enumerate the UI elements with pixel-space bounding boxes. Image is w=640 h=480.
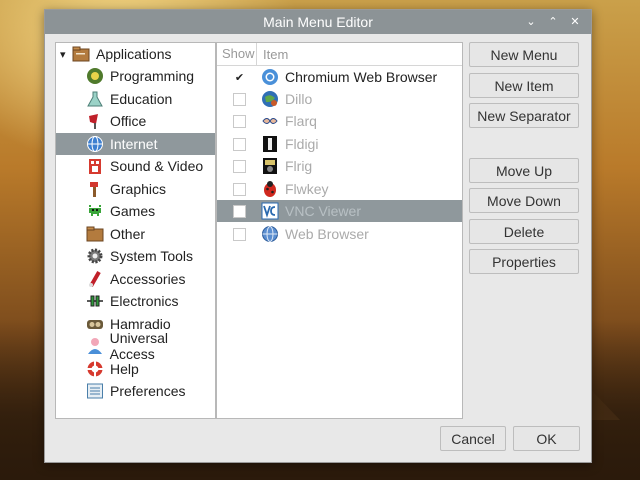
tree-item-education[interactable]: Education	[56, 88, 215, 110]
tree-item-applications[interactable]: ▾ Applications	[56, 43, 215, 65]
maximize-icon[interactable]: ⌃	[545, 13, 561, 29]
tree-item-other[interactable]: Other	[56, 223, 215, 245]
new-item-button[interactable]: New Item	[469, 73, 579, 98]
tree-item-label: Preferences	[110, 383, 186, 399]
tree-item-graphics[interactable]: Graphics	[56, 178, 215, 200]
list-item-flwkey[interactable]: Flwkey	[217, 178, 462, 200]
main-menu-editor-window: Main Menu Editor ⌄ ⌃ ✕ ▾ Applications Pr…	[44, 9, 592, 463]
show-checkbox[interactable]	[233, 227, 246, 241]
flarq-icon	[261, 112, 279, 130]
applications-folder-icon	[72, 45, 90, 63]
move-down-button[interactable]: Move Down	[469, 188, 579, 213]
preferences-icon	[86, 382, 104, 400]
flrig-icon	[261, 157, 279, 175]
accessories-icon	[86, 270, 104, 288]
tree-item-electronics[interactable]: Electronics	[56, 290, 215, 312]
tree-item-label: Electronics	[110, 293, 179, 309]
list-header: Show Item	[217, 43, 462, 66]
show-checkbox[interactable]	[233, 182, 246, 196]
show-checkbox[interactable]	[233, 137, 246, 151]
list-item-flarq[interactable]: Flarq	[217, 110, 462, 132]
games-icon	[86, 202, 104, 220]
item-label: Web Browser	[285, 226, 369, 242]
show-checkbox[interactable]: ✔	[233, 70, 246, 84]
sound-video-icon	[86, 157, 104, 175]
tree-item-label: Education	[110, 91, 173, 107]
chromium-icon	[261, 68, 279, 86]
tree-item-sound-video[interactable]: Sound & Video	[56, 155, 215, 177]
column-header-show[interactable]: Show	[217, 43, 257, 65]
ok-button[interactable]: OK	[513, 426, 580, 451]
tree-item-label: Graphics	[110, 181, 167, 197]
delete-button[interactable]: Delete	[469, 219, 579, 244]
tree-item-office[interactable]: Office	[56, 110, 215, 132]
cancel-button[interactable]: Cancel	[440, 426, 506, 451]
universal-access-icon	[86, 337, 104, 355]
new-menu-button[interactable]: New Menu	[469, 42, 579, 67]
tree-item-label: Applications	[96, 46, 172, 62]
window-title: Main Menu Editor	[263, 14, 373, 30]
tree-item-system-tools[interactable]: System Tools	[56, 245, 215, 267]
minimize-icon[interactable]: ⌄	[523, 13, 539, 29]
menu-items-list[interactable]: Show Item ✔ Chromium Web Browser Dillo F…	[216, 42, 463, 419]
tree-item-label: Other	[110, 226, 146, 242]
tree-item-preferences[interactable]: Preferences	[56, 380, 215, 402]
menu-tree[interactable]: ▾ Applications Programming Education Off…	[55, 42, 216, 419]
expander-icon[interactable]: ▾	[60, 48, 70, 61]
office-icon	[86, 112, 104, 130]
hamradio-icon	[86, 315, 104, 333]
item-label: VNC Viewer	[285, 203, 361, 219]
item-label: Flrig	[285, 158, 313, 174]
tree-item-accessories[interactable]: Accessories	[56, 268, 215, 290]
list-item-chromium[interactable]: ✔ Chromium Web Browser	[217, 66, 462, 88]
internet-icon	[86, 135, 104, 153]
list-item-web-browser[interactable]: Web Browser	[217, 223, 462, 245]
tree-item-label: Games	[110, 203, 156, 219]
item-label: Fldigi	[285, 136, 319, 152]
tree-item-label: Internet	[110, 136, 158, 152]
show-checkbox[interactable]	[233, 92, 246, 106]
tree-item-programming[interactable]: Programming	[56, 65, 215, 87]
show-checkbox[interactable]	[233, 204, 246, 218]
show-checkbox[interactable]	[233, 114, 246, 128]
education-icon	[86, 90, 104, 108]
tree-item-label: Office	[110, 113, 147, 129]
vnc-viewer-icon	[261, 202, 279, 220]
tree-item-label: Accessories	[110, 271, 186, 287]
item-label: Flwkey	[285, 181, 329, 197]
fldigi-icon	[261, 135, 279, 153]
tree-item-help[interactable]: Help	[56, 358, 215, 380]
tree-item-internet[interactable]: Internet	[56, 133, 215, 155]
tree-item-universal-access[interactable]: Universal Access	[56, 330, 215, 362]
close-icon[interactable]: ✕	[567, 13, 583, 29]
system-tools-icon	[86, 247, 104, 265]
item-label: Dillo	[285, 91, 313, 107]
new-separator-button[interactable]: New Separator	[469, 103, 579, 128]
move-up-button[interactable]: Move Up	[469, 158, 579, 183]
item-label: Chromium Web Browser	[285, 69, 438, 85]
electronics-icon	[86, 292, 104, 310]
dillo-icon	[261, 90, 279, 108]
web-browser-icon	[261, 225, 279, 243]
tree-item-label: Programming	[110, 68, 195, 84]
programming-icon	[86, 67, 104, 85]
help-icon	[86, 360, 104, 378]
list-item-fldigi[interactable]: Fldigi	[217, 133, 462, 155]
tree-item-label: Sound & Video	[110, 158, 204, 174]
flwkey-icon	[261, 180, 279, 198]
list-item-flrig[interactable]: Flrig	[217, 155, 462, 177]
graphics-icon	[86, 180, 104, 198]
tree-item-games[interactable]: Games	[56, 200, 215, 222]
title-bar[interactable]: Main Menu Editor ⌄ ⌃ ✕	[45, 10, 591, 34]
list-item-dillo[interactable]: Dillo	[217, 88, 462, 110]
column-header-item[interactable]: Item	[257, 47, 288, 62]
tree-item-label: System Tools	[110, 248, 193, 264]
list-item-vnc-viewer[interactable]: VNC Viewer	[217, 200, 462, 222]
item-label: Flarq	[285, 113, 317, 129]
show-checkbox[interactable]	[233, 159, 246, 173]
other-icon	[86, 225, 104, 243]
properties-button[interactable]: Properties	[469, 249, 579, 274]
tree-item-label: Help	[110, 361, 139, 377]
